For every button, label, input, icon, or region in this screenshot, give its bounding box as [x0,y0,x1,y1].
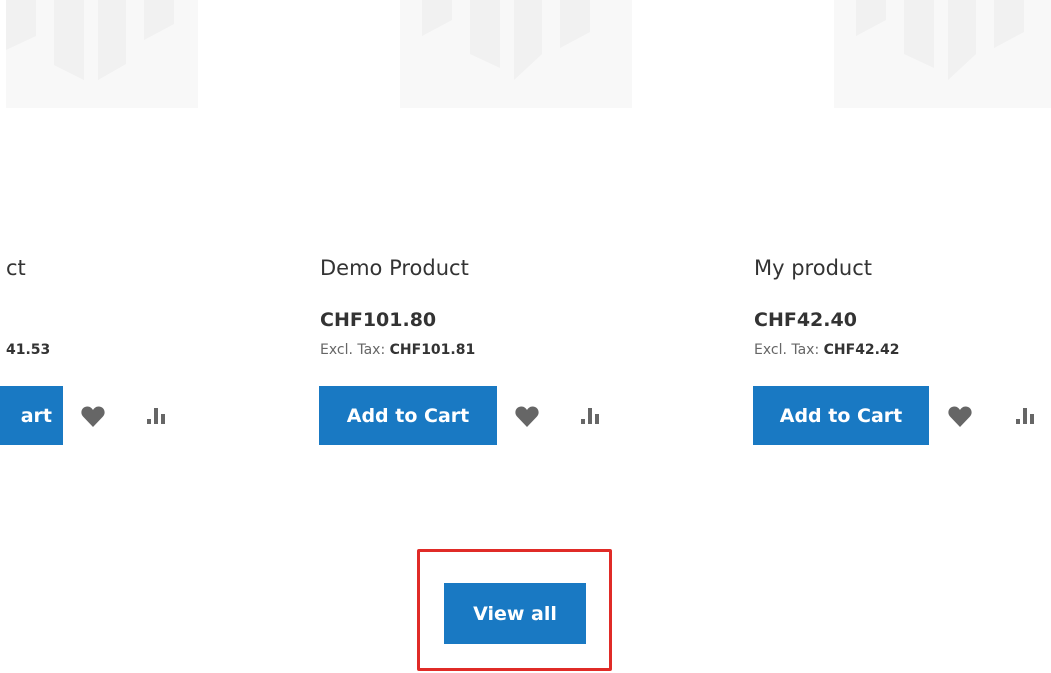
product-name-3[interactable]: My product [754,256,872,280]
placeholder-logo-icon [422,0,590,80]
view-all-button[interactable]: View all [444,583,586,644]
product-image-1[interactable] [6,0,198,108]
product-image-3[interactable] [834,0,1051,108]
excl-tax-label-2: Excl. Tax: [320,342,390,358]
excl-tax-label-3: Excl. Tax: [754,342,824,358]
excl-tax-value-1: 41.53 [6,342,51,358]
product-name-1[interactable]: ct [6,256,26,280]
excl-tax-value-2: CHF101.81 [389,342,476,358]
add-to-cart-button-3[interactable]: Add to Cart [753,386,929,445]
excl-tax-1: 41.53 [6,342,50,358]
add-to-cart-button-2[interactable]: Add to Cart [319,386,497,445]
product-name-2[interactable]: Demo Product [320,256,469,280]
bar-chart-icon[interactable] [1012,404,1038,428]
product-image-2[interactable] [400,0,632,108]
bar-chart-icon[interactable] [143,404,169,428]
excl-tax-2: Excl. Tax: CHF101.81 [320,342,475,358]
product-price-2: CHF101.80 [320,309,437,331]
bar-chart-icon[interactable] [577,404,603,428]
placeholder-logo-icon [856,0,1024,80]
placeholder-logo-icon [6,0,174,80]
heart-icon[interactable] [80,404,106,428]
heart-icon[interactable] [514,404,540,428]
heart-icon[interactable] [947,404,973,428]
excl-tax-value-3: CHF42.42 [823,342,900,358]
product-widget: ct 41.53 art Demo Product CHF101.80 Excl… [0,0,1051,673]
excl-tax-3: Excl. Tax: CHF42.42 [754,342,899,358]
product-price-3: CHF42.40 [754,309,857,331]
add-to-cart-button-1[interactable]: art [0,386,63,445]
